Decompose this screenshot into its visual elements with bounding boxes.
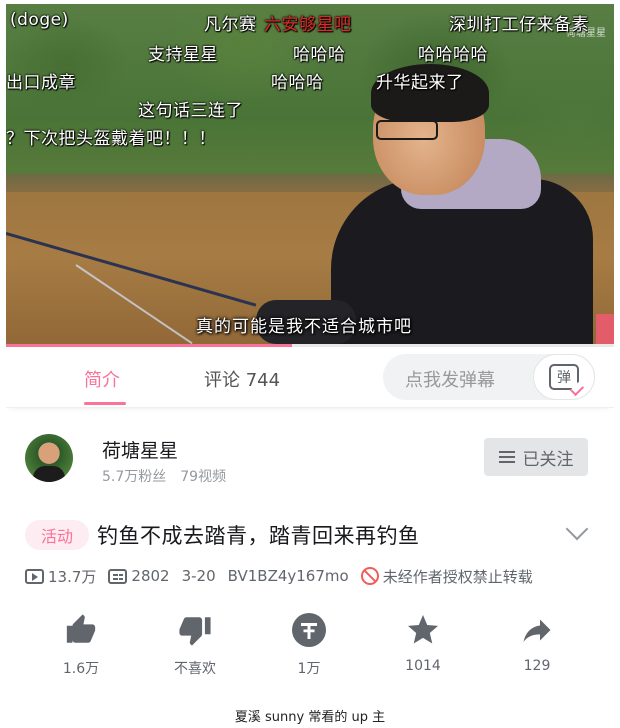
favorite-button[interactable]: 1014 [383,612,463,674]
no-repost-icon [360,567,379,585]
danmaku-comment: 出口成章 [6,73,76,93]
danmu-toggle-button[interactable]: 弹 [533,354,595,400]
chevron-down-icon[interactable] [565,517,589,541]
danmaku-comment: 哈哈哈 [271,73,324,93]
danmaku-count-icon [108,568,128,584]
uploader-stats: 5.7万粉丝 79视频 [102,466,226,486]
danmaku-count-value: 2802 [131,567,170,585]
video-progress-bar[interactable] [6,344,614,347]
share-button[interactable]: 129 [497,612,577,674]
activity-badge[interactable]: 活动 [25,520,89,550]
video-meta: 13.7万 2802 3-20 BV1BZ4y167mo 未经作者授权禁止转载 [25,565,545,587]
image-caption: 夏溪 sunny 常看的 up 主 [234,710,386,725]
danmaku-comment: 哈哈哈 [293,45,346,65]
danmaku-comment: 这句话三连了 [138,101,243,121]
uploader-avatar[interactable] [25,434,73,482]
like-count: 1.6万 [62,661,100,677]
coin-button[interactable]: 1万 [269,612,349,678]
menu-icon [498,451,515,463]
danmu-icon: 弹 [549,364,579,390]
uploader-video-count: 79视频 [180,469,227,485]
coin-icon [269,612,349,648]
danmaku-count: 2802 [108,567,170,585]
danmaku-comment: (doge) [10,10,69,30]
tab-bar: 简介 评论 744 点我发弹幕 弹 [6,348,614,408]
video-bvid: BV1BZ4y167mo [227,567,349,585]
danmaku-comment: 深圳打工仔来备素 [449,15,589,35]
follow-button-label: 已关注 [522,449,574,470]
favorite-count: 1014 [405,658,441,674]
dislike-button[interactable]: 不喜欢 [155,612,235,678]
copyright-notice: 未经作者授权禁止转载 [360,566,533,587]
danmu-input-placeholder: 点我发弹幕 [405,370,495,391]
danmaku-comment: 升华起来了 [376,73,464,93]
thumbs-up-icon [41,612,121,648]
star-icon [383,612,463,648]
view-count: 13.7万 [25,566,96,587]
danmu-icon-label: 弹 [557,370,571,386]
video-progress-fill [6,344,292,347]
play-count-icon [25,568,44,584]
tab-comments[interactable]: 评论 744 [204,366,280,392]
dislike-label: 不喜欢 [174,661,216,677]
danmaku-comment: 凡尔赛 [204,15,257,35]
tab-active-indicator [84,402,126,405]
video-subtitle: 真的可能是我不适合城市吧 [196,317,412,337]
thumbs-down-icon [155,612,235,648]
danmu-input[interactable]: 点我发弹幕 弹 [383,354,595,400]
video-title: 钓鱼不成去踏青，踏青回来再钓鱼 [97,524,420,548]
danmaku-comment: 六安够星吧 [264,15,352,35]
like-button[interactable]: 1.6万 [41,612,121,678]
video-scene-object [596,314,614,346]
person-glasses [376,120,438,140]
uploader-fans: 5.7万粉丝 [102,469,167,485]
danmaku-comment: 哈哈哈哈 [418,45,488,65]
avatar-figure [33,466,65,482]
view-count-value: 13.7万 [48,567,97,586]
publish-date: 3-20 [181,567,216,585]
danmaku-comment: ？下次把头盔戴着吧！！！ [6,129,216,149]
danmaku-comment: 支持星星 [148,45,218,65]
tab-intro[interactable]: 简介 [84,366,120,392]
follow-button[interactable]: 已关注 [484,438,588,476]
video-player[interactable]: 荷塘星星 (doge) 凡尔赛 六安够星吧 深圳打工仔来备素 支持星星 哈哈哈 … [6,4,614,346]
copyright-notice-text: 未经作者授权禁止转载 [382,567,533,586]
share-count: 129 [523,658,551,674]
uploader-name[interactable]: 荷塘星星 [102,436,178,463]
coin-count: 1万 [297,661,321,677]
share-arrow-icon [497,612,577,648]
